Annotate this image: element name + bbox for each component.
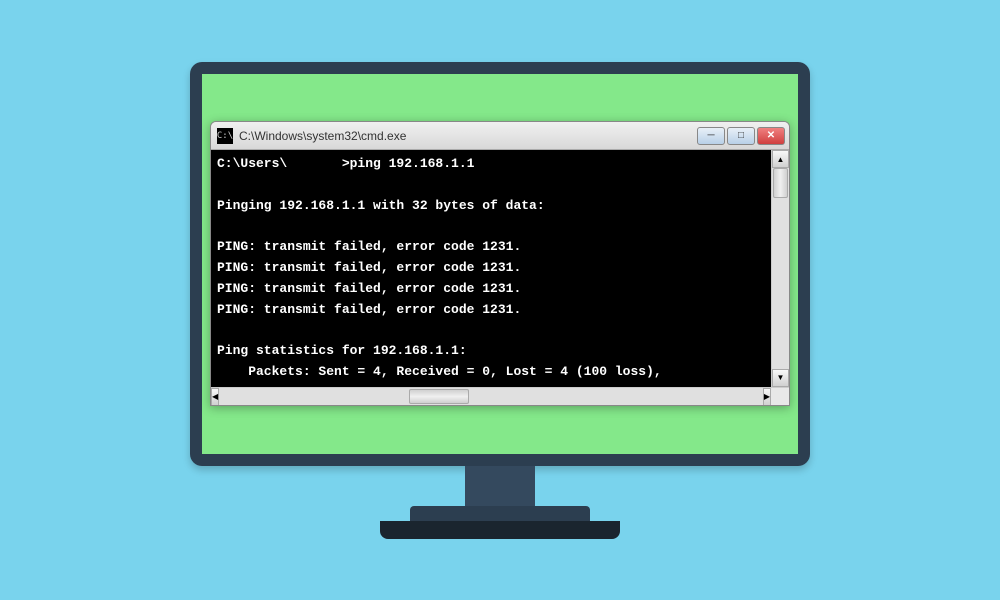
scroll-thumb-vertical[interactable] bbox=[773, 168, 788, 198]
scroll-corner bbox=[771, 388, 789, 405]
vertical-scrollbar[interactable]: ▲ ▼ bbox=[771, 150, 789, 387]
monitor-screen: C:\ C:\Windows\system32\cmd.exe ─ □ ✕ C:… bbox=[202, 74, 798, 454]
monitor-stand-top bbox=[410, 506, 590, 521]
scroll-track-vertical[interactable] bbox=[772, 168, 789, 369]
scroll-track-horizontal[interactable] bbox=[219, 388, 763, 405]
scroll-down-button[interactable]: ▼ bbox=[772, 369, 789, 387]
monitor-bezel: C:\ C:\Windows\system32\cmd.exe ─ □ ✕ C:… bbox=[190, 62, 810, 466]
monitor-neck bbox=[465, 466, 535, 506]
window-title: C:\Windows\system32\cmd.exe bbox=[239, 129, 697, 143]
minimize-button[interactable]: ─ bbox=[697, 127, 725, 145]
maximize-button[interactable]: □ bbox=[727, 127, 755, 145]
scroll-up-button[interactable]: ▲ bbox=[772, 150, 789, 168]
horizontal-scrollbar[interactable]: ◀ ▶ bbox=[211, 387, 789, 405]
console-area: C:\Users\ >ping 192.168.1.1 Pinging 192.… bbox=[211, 150, 789, 387]
window-controls: ─ □ ✕ bbox=[697, 127, 785, 145]
scroll-left-button[interactable]: ◀ bbox=[211, 388, 219, 406]
titlebar[interactable]: C:\ C:\Windows\system32\cmd.exe ─ □ ✕ bbox=[211, 122, 789, 150]
close-button[interactable]: ✕ bbox=[757, 127, 785, 145]
scroll-thumb-horizontal[interactable] bbox=[409, 389, 469, 404]
cmd-window: C:\ C:\Windows\system32\cmd.exe ─ □ ✕ C:… bbox=[210, 121, 790, 406]
scroll-right-button[interactable]: ▶ bbox=[763, 388, 771, 406]
monitor-stand-base bbox=[380, 521, 620, 539]
cmd-icon: C:\ bbox=[217, 128, 233, 144]
monitor-illustration: C:\ C:\Windows\system32\cmd.exe ─ □ ✕ C:… bbox=[190, 62, 810, 539]
console-output[interactable]: C:\Users\ >ping 192.168.1.1 Pinging 192.… bbox=[211, 150, 771, 387]
